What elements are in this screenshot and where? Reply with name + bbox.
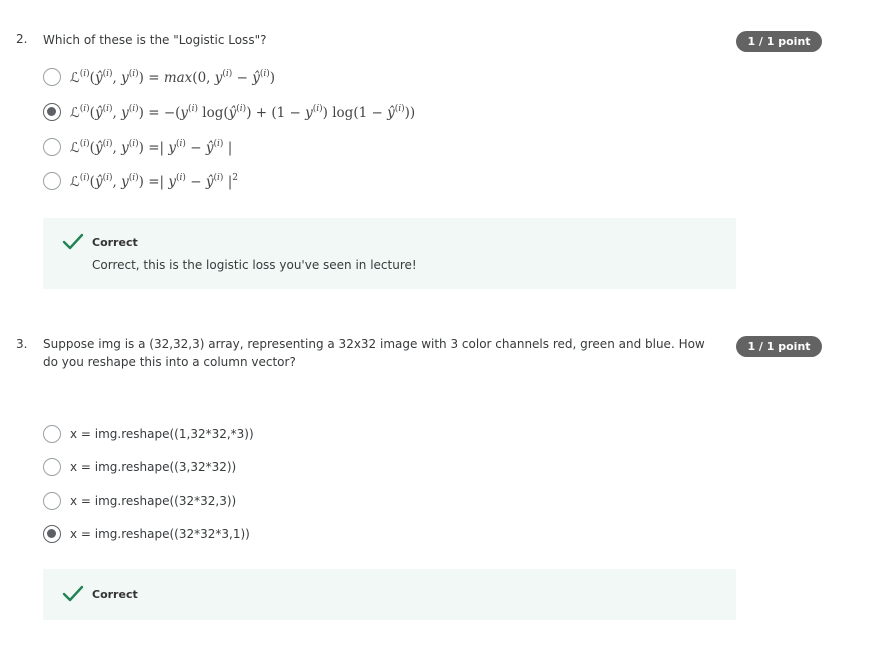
answer-option-3[interactable]: x = img.reshape((32*32,3)) <box>43 490 236 512</box>
radio-button-selected[interactable] <box>43 525 61 543</box>
radio-button[interactable] <box>43 68 61 86</box>
option-label: x = img.reshape((32*32*3,1)) <box>70 527 250 541</box>
check-icon <box>62 233 84 250</box>
question-text: Which of these is the "Logistic Loss"? <box>43 33 267 47</box>
check-icon <box>62 585 84 602</box>
option-label: ℒ(i)(ŷ(i), y(i)) = −(y(i) log(ŷ(i)) + (1… <box>70 103 416 121</box>
option-label: x = img.reshape((1,32*32,*3)) <box>70 427 254 441</box>
answer-option-logistic[interactable]: ℒ(i)(ŷ(i), y(i)) = −(y(i) log(ŷ(i)) + (1… <box>43 101 415 123</box>
answer-option-max[interactable]: ℒ(i)(ŷ(i), y(i)) = max(0, y(i) − ŷ(i)) <box>43 66 275 88</box>
answer-option-abs[interactable]: ℒ(i)(ŷ(i), y(i)) =| y(i) − ŷ(i) | <box>43 136 232 158</box>
feedback-title: Correct <box>92 236 138 249</box>
question-number: 2. <box>16 32 28 46</box>
option-label: x = img.reshape((32*32,3)) <box>70 494 237 508</box>
radio-button[interactable] <box>43 172 61 190</box>
option-label: ℒ(i)(ŷ(i), y(i)) = max(0, y(i) − ŷ(i)) <box>70 68 276 86</box>
radio-button[interactable] <box>43 425 61 443</box>
radio-button[interactable] <box>43 458 61 476</box>
answer-option-4[interactable]: x = img.reshape((32*32*3,1)) <box>43 523 250 545</box>
option-label: ℒ(i)(ŷ(i), y(i)) =| y(i) − ŷ(i) |2 <box>70 172 238 190</box>
option-label: ℒ(i)(ŷ(i), y(i)) =| y(i) − ŷ(i) | <box>70 138 233 156</box>
radio-button-selected[interactable] <box>43 103 61 121</box>
feedback-box: Correct Correct, this is the logistic lo… <box>43 218 736 289</box>
answer-option-squared[interactable]: ℒ(i)(ŷ(i), y(i)) =| y(i) − ŷ(i) |2 <box>43 170 238 192</box>
option-label: x = img.reshape((3,32*32)) <box>70 460 237 474</box>
points-badge: 1 / 1 point <box>736 336 822 357</box>
answer-option-1[interactable]: x = img.reshape((1,32*32,*3)) <box>43 423 254 445</box>
question-number: 3. <box>16 337 28 351</box>
answer-option-2[interactable]: x = img.reshape((3,32*32)) <box>43 456 236 478</box>
feedback-box: Correct <box>43 569 736 620</box>
radio-button[interactable] <box>43 492 61 510</box>
feedback-text: Correct, this is the logistic loss you'v… <box>92 258 417 272</box>
radio-button[interactable] <box>43 138 61 156</box>
feedback-title: Correct <box>92 588 138 601</box>
question-text: Suppose img is a (32,32,3) array, repres… <box>43 337 705 369</box>
points-badge: 1 / 1 point <box>736 31 822 52</box>
